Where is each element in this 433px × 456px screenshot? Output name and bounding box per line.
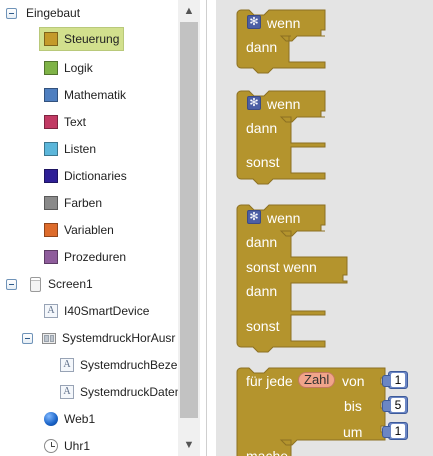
block-label-mache: mache — [246, 448, 289, 456]
screen-label: Screen1 — [48, 277, 93, 291]
panel-divider — [200, 0, 216, 456]
block-label-bis: bis — [344, 398, 362, 414]
number-value[interactable]: 1 — [391, 373, 405, 387]
component-uhr1[interactable]: Uhr1 — [44, 434, 90, 456]
clock-icon — [44, 439, 58, 453]
logic-color-swatch-icon — [44, 61, 58, 75]
category-prozeduren[interactable]: Prozeduren — [44, 245, 126, 269]
tree-scrollbar[interactable]: ▲ ▼ — [178, 0, 200, 456]
component-systemdruckdaten[interactable]: A SystemdruckDaten — [60, 380, 181, 404]
category-label: Text — [64, 115, 87, 129]
category-steuerung[interactable]: Steuerung — [39, 27, 125, 51]
block-label-von: von — [342, 373, 365, 389]
category-label: Farben — [64, 196, 103, 210]
component-web1[interactable]: Web1 — [44, 407, 95, 431]
category-variablen[interactable]: Variablen — [44, 218, 114, 242]
component-i40smartdevice[interactable]: A I40SmartDevice — [44, 299, 149, 323]
label-component-icon: A — [60, 385, 74, 399]
colors-color-swatch-icon — [44, 196, 58, 210]
block-label-dann: dann — [246, 120, 278, 136]
category-dictionaries[interactable]: Dictionaries — [44, 164, 127, 188]
category-label: Steuerung — [64, 32, 120, 46]
block-label-sonst: sonst — [246, 318, 280, 334]
category-logik[interactable]: Logik — [44, 56, 93, 80]
number-value[interactable]: 5 — [391, 398, 405, 412]
web-globe-icon — [44, 412, 58, 426]
block-label-wenn: wenn — [267, 210, 301, 226]
block-label-sonst-wenn: sonst wenn — [246, 259, 317, 275]
number-block-to[interactable]: 5 — [382, 396, 408, 414]
category-label: Logik — [64, 61, 93, 75]
mutator-gear-icon[interactable] — [247, 210, 261, 224]
if-elseif-else-block[interactable]: wenn dann sonst wenn dann sonst — [236, 204, 357, 355]
component-label: Uhr1 — [64, 439, 91, 453]
collapse-icon[interactable] — [6, 7, 17, 19]
scrollbar-thumb[interactable] — [180, 22, 198, 418]
label-component-icon: A — [60, 358, 74, 372]
number-value[interactable]: 1 — [391, 424, 405, 438]
mutator-gear-icon[interactable] — [247, 15, 261, 29]
category-label: Prozeduren — [64, 250, 127, 264]
component-label: SystemdruckDaten — [80, 385, 182, 399]
blocks-tree: Eingebaut Steuerung Logik Mathematik Tex… — [0, 0, 181, 456]
math-color-swatch-icon — [44, 88, 58, 102]
label-component-icon: A — [44, 304, 58, 318]
component-label: I40SmartDevice — [64, 304, 150, 318]
chevron-up-icon[interactable]: ▲ — [178, 0, 200, 22]
category-farben[interactable]: Farben — [44, 191, 102, 215]
tree-node-screen1[interactable]: Screen1 — [6, 272, 93, 296]
component-systemdruchbezei[interactable]: A SystemdruchBezei — [60, 353, 180, 377]
number-block-from[interactable]: 1 — [382, 371, 408, 389]
blocks-editor: Eingebaut Steuerung Logik Mathematik Tex… — [0, 0, 433, 456]
block-label-fuer-jede: für jede — [246, 373, 293, 389]
mutator-gear-icon[interactable] — [247, 96, 261, 110]
builtin-label: Eingebaut — [26, 6, 81, 20]
procedures-color-swatch-icon — [44, 250, 58, 264]
blocks-workspace[interactable]: wenn dann wenn dann sonst wenn dann sons… — [216, 0, 433, 456]
category-label: Dictionaries — [64, 169, 127, 183]
if-then-else-block[interactable]: wenn dann sonst — [236, 90, 337, 187]
number-block-step[interactable]: 1 — [382, 422, 408, 440]
loop-variable-name[interactable]: Zahl — [298, 372, 336, 388]
block-label-sonst: sonst — [246, 154, 280, 170]
lists-color-swatch-icon — [44, 142, 58, 156]
horizontal-arrangement-icon — [42, 331, 56, 345]
dictionaries-color-swatch-icon — [44, 169, 58, 183]
panel-divider-line — [206, 0, 207, 456]
block-label-dann: dann — [246, 234, 278, 250]
component-label: Web1 — [64, 412, 96, 426]
collapse-icon[interactable] — [22, 332, 33, 344]
block-label-wenn: wenn — [267, 15, 301, 31]
text-color-swatch-icon — [44, 115, 58, 129]
category-mathematik[interactable]: Mathematik — [44, 83, 126, 107]
block-label-dann: dann — [246, 39, 278, 55]
category-label: Mathematik — [64, 88, 127, 102]
component-systemdruckhorausr[interactable]: SystemdruckHorAusr — [22, 326, 175, 350]
block-label-um: um — [343, 424, 363, 440]
block-label-wenn: wenn — [267, 96, 301, 112]
variables-color-swatch-icon — [44, 223, 58, 237]
category-label: Listen — [64, 142, 97, 156]
component-label: SystemdruchBezei — [80, 358, 181, 372]
category-label: Variablen — [64, 223, 114, 237]
collapse-icon[interactable] — [6, 278, 17, 290]
tree-node-builtin[interactable]: Eingebaut — [6, 1, 80, 25]
for-range-block[interactable]: für jede Zahl von bis um mache 1 5 1 — [236, 367, 433, 456]
control-color-swatch-icon — [44, 32, 58, 46]
block-label-dann: dann — [246, 283, 278, 299]
component-label: SystemdruckHorAusr — [62, 331, 176, 345]
if-then-block[interactable]: wenn dann — [236, 9, 337, 76]
category-listen[interactable]: Listen — [44, 137, 96, 161]
chevron-down-icon[interactable]: ▼ — [178, 434, 200, 456]
category-text[interactable]: Text — [44, 110, 86, 134]
screen-icon — [28, 276, 42, 292]
